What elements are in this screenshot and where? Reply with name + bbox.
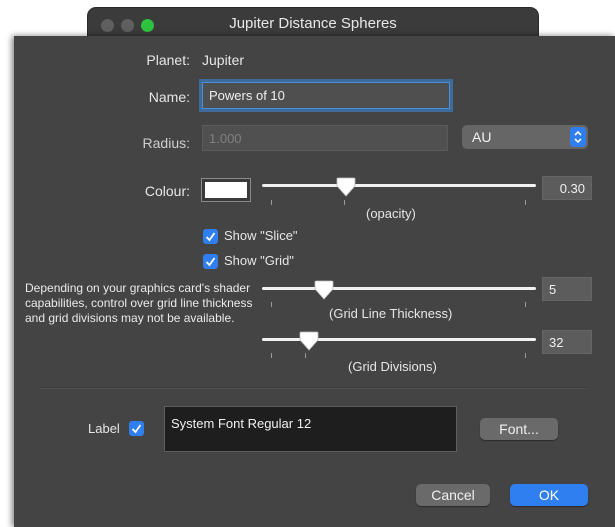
- grid-divisions-caption: (Grid Divisions): [348, 359, 437, 374]
- ok-button[interactable]: OK: [510, 484, 588, 506]
- grid-thickness-slider-track[interactable]: [262, 287, 536, 290]
- radius-unit-select[interactable]: AU: [462, 125, 588, 149]
- slider-tick: [271, 200, 272, 205]
- slider-tick: [525, 200, 526, 205]
- window-title: Jupiter Distance Spheres: [229, 15, 397, 32]
- checkmark-icon: [205, 232, 216, 242]
- show-slice-checkbox[interactable]: [203, 229, 218, 244]
- radius-unit-value: AU: [472, 129, 492, 145]
- show-slice-label[interactable]: Show "Slice": [224, 228, 298, 243]
- slider-tick: [525, 302, 526, 307]
- radius-field[interactable]: 1.000: [202, 125, 448, 151]
- opacity-slider-thumb[interactable]: [336, 177, 356, 197]
- grid-divisions-value: 32: [549, 334, 564, 350]
- font-preview: System Font Regular 12: [164, 406, 457, 452]
- radius-label: Radius:: [142, 135, 190, 151]
- slider-tick: [525, 353, 526, 358]
- grid-thickness-value: 5: [549, 281, 557, 297]
- font-button[interactable]: Font...: [480, 418, 558, 440]
- show-grid-checkbox[interactable]: [203, 254, 218, 269]
- checkmark-icon: [131, 424, 142, 434]
- opacity-field[interactable]: 0.30: [542, 176, 592, 200]
- grid-capability-note: Depending on your graphics card's shader…: [25, 281, 253, 325]
- name-field[interactable]: Powers of 10: [202, 82, 450, 109]
- font-preview-text: System Font Regular 12: [171, 416, 312, 431]
- slider-tick: [344, 200, 345, 205]
- opacity-slider-track[interactable]: [262, 184, 536, 187]
- name-label: Name:: [148, 89, 190, 105]
- opacity-value: 0.30: [559, 180, 585, 196]
- slider-tick: [271, 353, 272, 358]
- grid-thickness-slider-thumb[interactable]: [314, 280, 334, 300]
- grid-divisions-field[interactable]: 32: [542, 330, 592, 354]
- planet-label: Planet:: [146, 52, 190, 68]
- radius-placeholder: 1.000: [209, 130, 242, 146]
- chevron-updown-icon: [570, 127, 586, 147]
- grid-thickness-caption: (Grid Line Thickness): [329, 306, 453, 321]
- separator: [40, 387, 586, 388]
- cancel-button[interactable]: Cancel: [416, 484, 490, 506]
- label-option-label: Label: [88, 421, 120, 436]
- grid-thickness-field[interactable]: 5: [542, 277, 592, 301]
- grid-divisions-slider-thumb[interactable]: [299, 331, 319, 351]
- checkmark-icon: [205, 257, 216, 267]
- colour-label: Colour:: [144, 183, 190, 199]
- settings-sheet: Planet: Jupiter Name: Powers of 10 Radiu…: [14, 36, 615, 527]
- slider-tick: [305, 353, 306, 358]
- planet-value: Jupiter: [202, 52, 245, 68]
- label-checkbox[interactable]: [129, 421, 144, 436]
- colour-well[interactable]: [201, 178, 251, 202]
- opacity-caption: (opacity): [366, 206, 416, 221]
- show-grid-label[interactable]: Show "Grid": [224, 253, 294, 268]
- slider-tick: [271, 302, 272, 307]
- name-field-value: Powers of 10: [209, 88, 285, 103]
